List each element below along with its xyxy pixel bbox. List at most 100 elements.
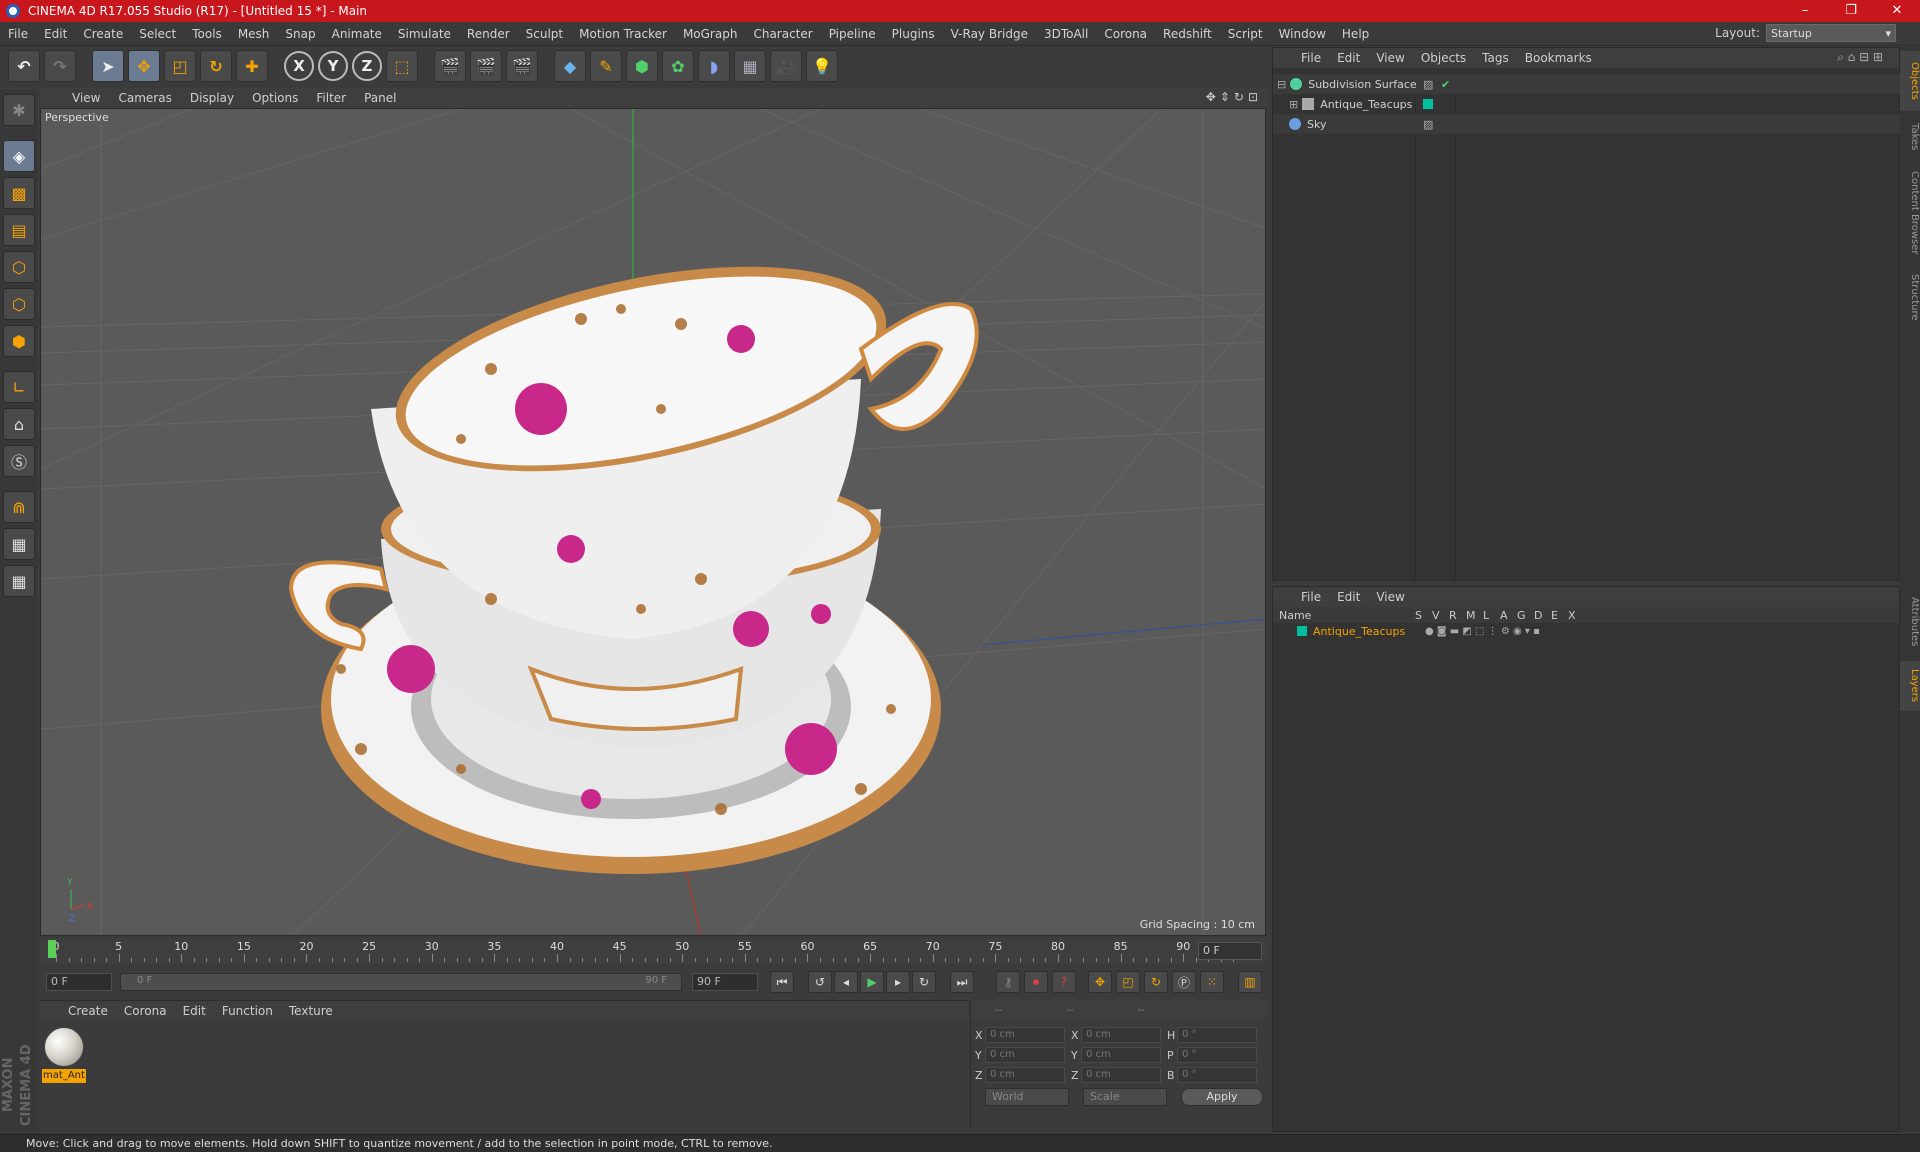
axis-mode-button[interactable]: ∟	[3, 371, 35, 403]
menu-window[interactable]: Window	[1271, 27, 1334, 41]
search-icon[interactable]: ⌕ ⌂ ⊟ ⊞	[1829, 50, 1891, 65]
perspective-viewport[interactable]: Y X Z Perspective Grid Spacing : 10 cm	[40, 108, 1266, 936]
next-key-button[interactable]: ↻	[912, 971, 936, 993]
add-generator-button[interactable]: ⬢	[626, 50, 658, 82]
menu-pipeline[interactable]: Pipeline	[821, 27, 884, 41]
pan-view-icon[interactable]: ✥	[1206, 90, 1216, 104]
go-to-start-button[interactable]: ⏮	[770, 971, 794, 993]
make-editable-button[interactable]: ✱	[3, 94, 35, 126]
side-tab-structure[interactable]: Structure	[1900, 267, 1920, 327]
dolly-view-icon[interactable]: ⇕	[1220, 90, 1230, 104]
material-name-label[interactable]: mat_Ant	[42, 1069, 86, 1083]
material-menu-corona[interactable]: Corona	[116, 1004, 175, 1018]
workplane-mode-button[interactable]: ▤	[3, 214, 35, 246]
material-menu-create[interactable]: Create	[60, 1004, 116, 1018]
snap-button[interactable]: Ⓢ	[3, 445, 35, 477]
side-tab-takes[interactable]: Takes	[1900, 115, 1920, 159]
coordinate-system-button[interactable]: ⬚	[386, 50, 418, 82]
menu-vray-bridge[interactable]: V-Ray Bridge	[943, 27, 1036, 41]
previous-frame-button[interactable]: ◂	[834, 971, 858, 993]
add-light-button[interactable]: 💡	[806, 50, 838, 82]
render-settings-button[interactable]: 🎬	[506, 50, 538, 82]
timeline-ruler[interactable]: 0 5 10 15 20 25 30 35 40 45 50 55 60 65 70 75 80 85 90 0 F	[40, 938, 1266, 964]
close-button[interactable]: ✕	[1874, 0, 1920, 22]
menu-mograph[interactable]: MoGraph	[675, 27, 746, 41]
move-tool-button[interactable]: ✥	[128, 50, 160, 82]
record-keys-button[interactable]: ⚷	[996, 971, 1020, 993]
texture-mode-button[interactable]: ▩	[3, 177, 35, 209]
layer-icon[interactable]: ▨	[1423, 78, 1433, 91]
previous-key-button[interactable]: ↺	[808, 971, 832, 993]
workplane-align-button[interactable]: ▦	[3, 565, 35, 597]
menu-character[interactable]: Character	[745, 27, 820, 41]
expand-icon[interactable]: ⊞	[1289, 98, 1298, 111]
side-tab-content-browser[interactable]: Content Browser	[1900, 163, 1920, 263]
layer-color-swatch[interactable]	[1423, 99, 1433, 109]
z-axis-lock-button[interactable]: Z	[352, 51, 382, 81]
enabled-check-icon[interactable]: ✔	[1441, 78, 1450, 91]
layout-dropdown[interactable]: Startup ▾	[1766, 24, 1896, 42]
viewport-menu-view[interactable]: View	[64, 91, 108, 105]
menu-select[interactable]: Select	[131, 27, 184, 41]
end-frame-field[interactable]: 90 F	[692, 973, 758, 991]
next-frame-button[interactable]: ▸	[886, 971, 910, 993]
position-key-button[interactable]: ✥	[1088, 971, 1112, 993]
object-menu-view[interactable]: View	[1368, 51, 1412, 65]
workplane-lock-button[interactable]: ▦	[3, 528, 35, 560]
render-picture-viewer-button[interactable]: 🎬	[470, 50, 502, 82]
parameter-key-button[interactable]: Ⓟ	[1172, 971, 1196, 993]
material-swatch[interactable]	[44, 1027, 84, 1067]
render-view-button[interactable]: 🎬	[434, 50, 466, 82]
point-level-key-button[interactable]: ⁙	[1200, 971, 1224, 993]
y-axis-lock-button[interactable]: Y	[318, 51, 348, 81]
recent-tools-button[interactable]: ✚	[236, 50, 268, 82]
viewport-menu-cameras[interactable]: Cameras	[110, 91, 179, 105]
minimize-button[interactable]: –	[1782, 0, 1828, 22]
size-x-field[interactable]: 0 cm	[1081, 1027, 1161, 1043]
current-frame-field[interactable]: 0 F	[1198, 942, 1262, 960]
menu-simulate[interactable]: Simulate	[390, 27, 459, 41]
object-row-sky[interactable]: Sky ▨	[1273, 114, 1901, 134]
enable-snap-button[interactable]: ⋒	[3, 491, 35, 523]
add-deformer-button[interactable]: ◗	[698, 50, 730, 82]
position-x-field[interactable]: 0 cm	[985, 1027, 1065, 1043]
autokey-button[interactable]: ⏺	[1024, 971, 1048, 993]
object-menu-edit[interactable]: Edit	[1329, 51, 1368, 65]
timeline-playhead[interactable]	[48, 940, 56, 958]
menu-render[interactable]: Render	[459, 27, 518, 41]
menu-animate[interactable]: Animate	[324, 27, 390, 41]
layer-menu-view[interactable]: View	[1368, 590, 1412, 604]
rotation-b-field[interactable]: 0 °	[1177, 1067, 1257, 1083]
menu-sculpt[interactable]: Sculpt	[518, 27, 571, 41]
play-button[interactable]: ▶	[860, 971, 884, 993]
viewport-menu-filter[interactable]: Filter	[308, 91, 354, 105]
points-mode-button[interactable]: ⬡	[3, 251, 35, 283]
scale-key-button[interactable]: ◰	[1116, 971, 1140, 993]
viewport-menu-display[interactable]: Display	[182, 91, 242, 105]
menu-tools[interactable]: Tools	[184, 27, 230, 41]
start-frame-field[interactable]: 0 F	[46, 973, 112, 991]
undo-button[interactable]: ↶	[8, 50, 40, 82]
material-menu-texture[interactable]: Texture	[281, 1004, 341, 1018]
scale-tool-button[interactable]: ◰	[164, 50, 196, 82]
keyframe-selection-button[interactable]: ?	[1052, 971, 1076, 993]
rotation-key-button[interactable]: ↻	[1144, 971, 1168, 993]
rotation-h-field[interactable]: 0 °	[1177, 1027, 1257, 1043]
rotate-tool-button[interactable]: ↻	[200, 50, 232, 82]
position-z-field[interactable]: 0 cm	[985, 1067, 1065, 1083]
object-menu-objects[interactable]: Objects	[1413, 51, 1474, 65]
redo-button[interactable]: ↷	[44, 50, 76, 82]
menu-mesh[interactable]: Mesh	[230, 27, 278, 41]
rotation-p-field[interactable]: 0 °	[1177, 1047, 1257, 1063]
add-scene-button[interactable]: ▦	[734, 50, 766, 82]
menu-snap[interactable]: Snap	[277, 27, 323, 41]
layer-menu-edit[interactable]: Edit	[1329, 590, 1368, 604]
menu-edit[interactable]: Edit	[36, 27, 75, 41]
go-to-end-button[interactable]: ⏭	[950, 971, 974, 993]
side-tab-objects[interactable]: Objects	[1900, 51, 1920, 111]
scale-dropdown[interactable]: Scale	[1083, 1088, 1167, 1106]
layer-menu-file[interactable]: File	[1293, 590, 1329, 604]
side-tab-attributes[interactable]: Attributes	[1900, 587, 1920, 657]
layer-row-antique-teacups[interactable]: Antique_Teacups ● ◙ ▬ ◩ ⬚ ⋮ ⚙ ◉ ▾ ▪	[1273, 623, 1899, 639]
add-spline-button[interactable]: ✎	[590, 50, 622, 82]
